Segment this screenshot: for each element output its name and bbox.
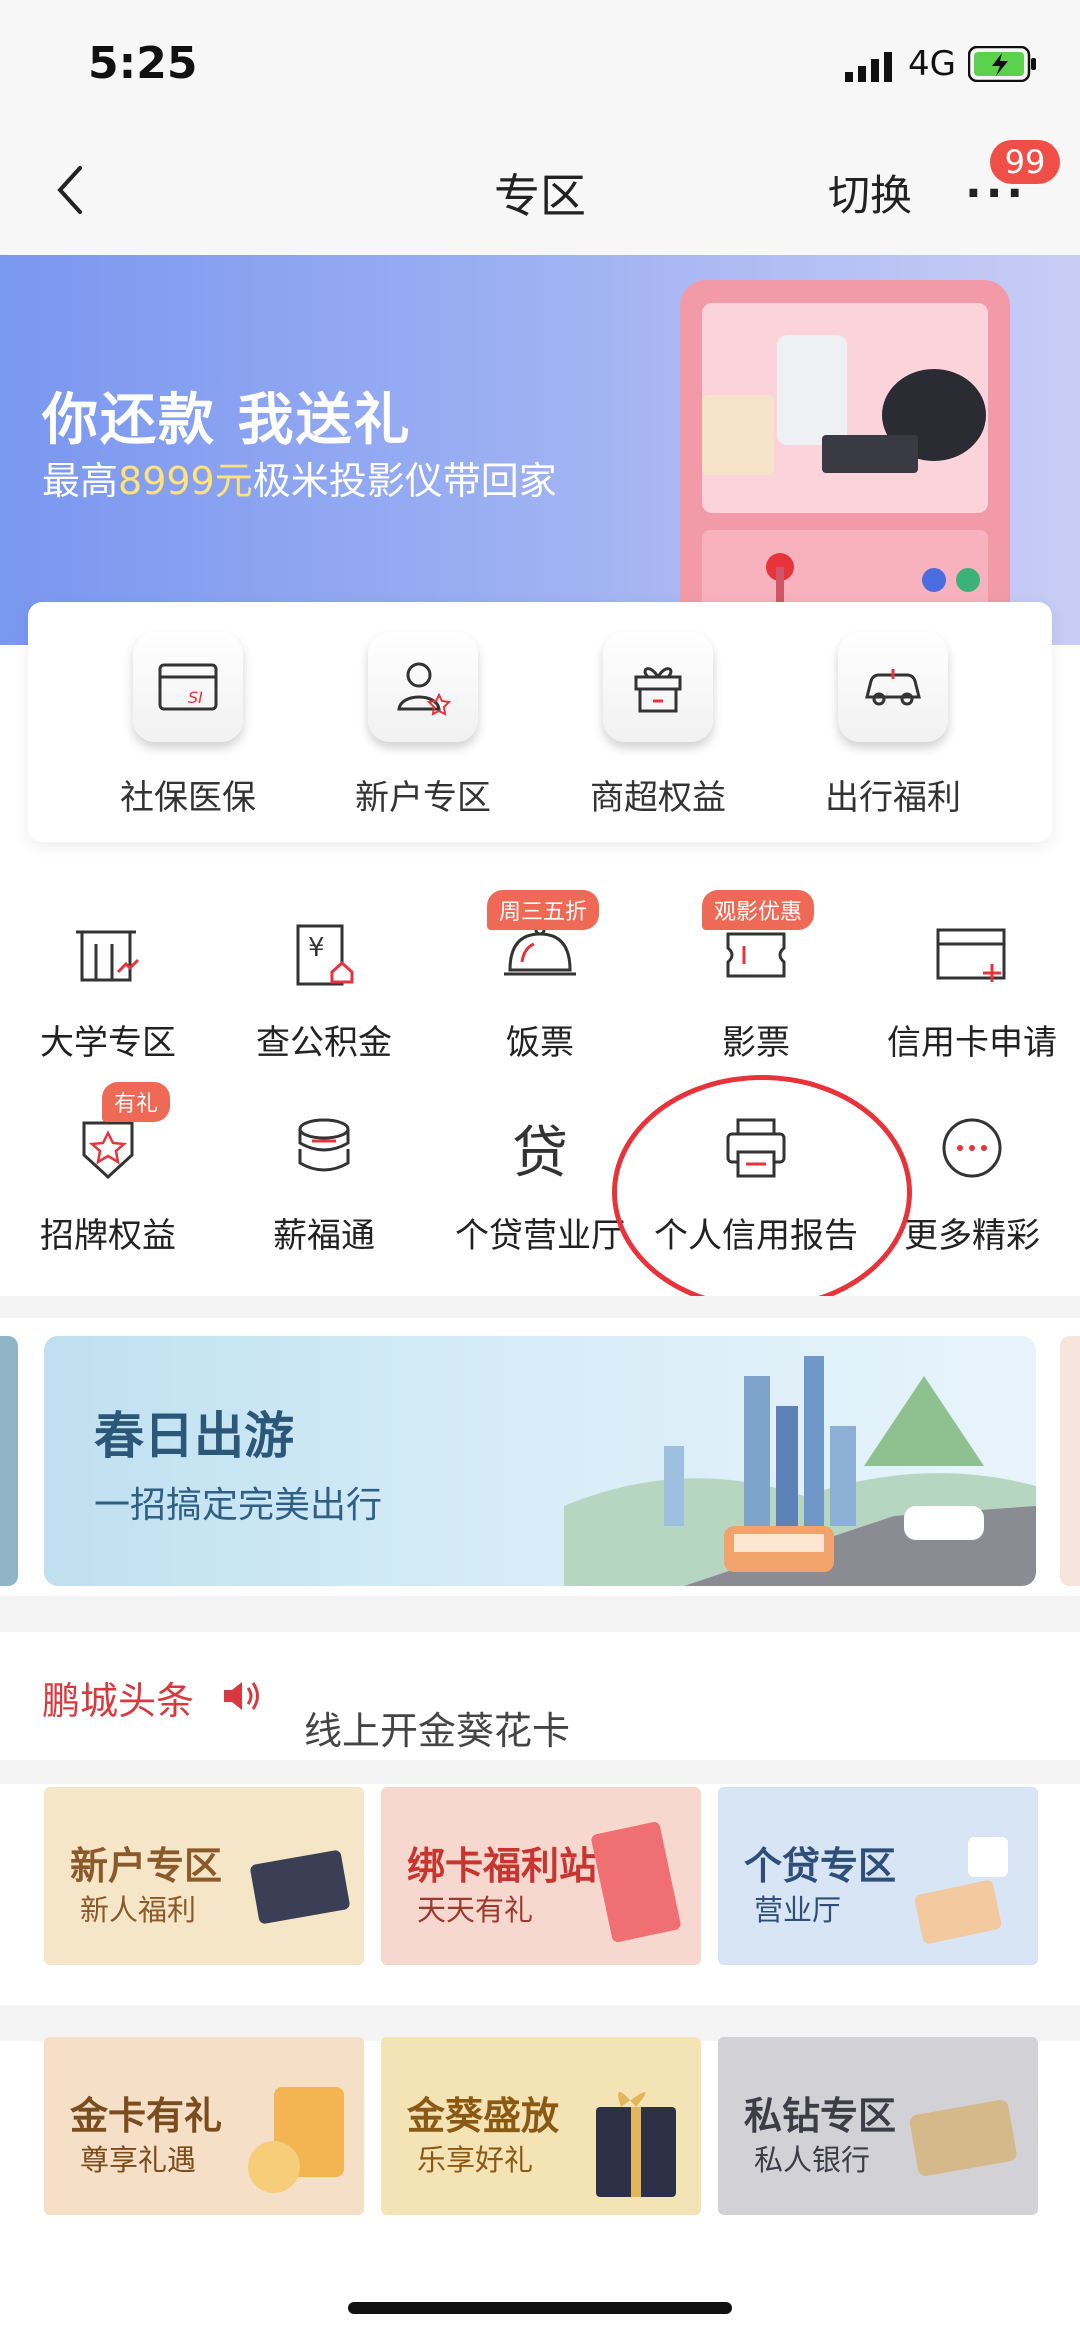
housing-fund-icon: ¥ <box>284 915 364 995</box>
section-divider <box>0 1296 1080 1318</box>
coin-stack-icon <box>284 1108 364 1188</box>
gift-icon <box>603 632 713 742</box>
grid-item-salary-service[interactable]: 薪福通 <box>216 1108 432 1257</box>
grid-item-signature-benefits[interactable]: 招牌权益 <box>0 1108 216 1257</box>
svg-text:¥: ¥ <box>308 933 325 963</box>
grid-item-credit-card-apply[interactable]: 信用卡申请 <box>864 915 1080 1064</box>
coffee-card-illustration <box>914 1837 1008 1944</box>
bank-card-illustration <box>250 1850 350 1924</box>
hero-title: 你还款 我送礼 <box>42 388 412 453</box>
red-envelope-illustration <box>591 1822 681 1942</box>
tag-badge: 周三五折 <box>487 890 600 930</box>
premium-card-illustration <box>909 2100 1017 2176</box>
section-divider <box>0 1596 1080 1632</box>
social-insurance-card-icon: SI <box>133 632 243 742</box>
gold-gift-illustration <box>248 2087 344 2193</box>
university-icon <box>68 915 148 995</box>
hero-subtitle: 最高8999元极米投影仪带回家 <box>42 459 557 503</box>
more-circle-icon <box>932 1108 1012 1188</box>
tile-new-user-zone[interactable]: 新户专区 新人福利 <box>44 1787 364 1965</box>
tile-gold-card[interactable]: 金卡有礼 尊享礼遇 <box>44 2037 364 2215</box>
grid-item-housing-fund[interactable]: ¥ 查公积金 <box>216 915 432 1064</box>
city-travel-illustration <box>564 1356 1036 1586</box>
section-divider <box>0 1760 1080 1784</box>
notification-badge: 99 <box>990 140 1060 184</box>
section-divider <box>0 2005 1080 2041</box>
tile-private-banking[interactable]: 私钻专区 私人银行 <box>718 2037 1038 2215</box>
tile-card-binding[interactable]: 绑卡福利站 天天有礼 <box>381 1787 701 1965</box>
quick-item-travel-benefits[interactable]: 出行福利 <box>773 632 1013 819</box>
news-section-title: 鹏城头条 <box>42 1679 195 1723</box>
grid-item-meal-ticket[interactable]: 饭票 <box>432 915 648 1064</box>
credit-card-add-icon <box>932 915 1012 995</box>
loan-char-icon: 贷 <box>512 1120 568 1186</box>
spring-banner-title: 春日出游 <box>94 1407 294 1465</box>
gift-box-illustration <box>596 2092 676 2197</box>
tile-golden-sunflower[interactable]: 金葵盛放 乐享好礼 <box>381 2037 701 2215</box>
tag-badge: 有礼 <box>102 1082 171 1122</box>
car-icon <box>838 632 948 742</box>
home-indicator <box>348 2302 732 2314</box>
signal-icon <box>845 52 892 82</box>
grid-item-university[interactable]: 大学专区 <box>0 915 216 1064</box>
network-type: 4G <box>908 44 956 84</box>
quick-item-social-insurance[interactable]: SI 社保医保 <box>68 632 308 819</box>
tag-badge: 观影优惠 <box>702 890 815 930</box>
quick-item-new-user[interactable]: 新户专区 <box>303 632 543 819</box>
claw-machine-illustration <box>680 280 1010 645</box>
page-title: 专区 <box>494 169 586 223</box>
switch-button[interactable]: 切换 <box>828 162 912 223</box>
highlight-circle-annotation <box>612 1075 912 1310</box>
quick-item-mall-benefits[interactable]: 商超权益 <box>538 632 778 819</box>
carousel-next-peek[interactable] <box>1060 1336 1080 1586</box>
battery-charging-icon <box>968 46 1036 82</box>
spring-banner-subtitle: 一招搞定完美出行 <box>94 1485 383 1526</box>
grid-item-movie-ticket[interactable]: 影票 <box>648 915 864 1064</box>
speaker-icon <box>224 1682 259 1710</box>
hero-banner[interactable]: 你还款 我送礼 最高8999元极米投影仪带回家 <box>0 255 1080 645</box>
status-time: 5:25 <box>88 38 198 89</box>
tile-loan-zone[interactable]: 个贷专区 营业厅 <box>718 1787 1038 1965</box>
news-headline[interactable]: 线上开金葵花卡 <box>304 1700 570 1755</box>
carousel-prev-peek[interactable] <box>0 1336 18 1586</box>
svg-text:SI: SI <box>188 688 203 707</box>
spring-travel-banner[interactable]: 春日出游 一招搞定完美出行 <box>44 1336 1036 1586</box>
new-user-icon <box>368 632 478 742</box>
